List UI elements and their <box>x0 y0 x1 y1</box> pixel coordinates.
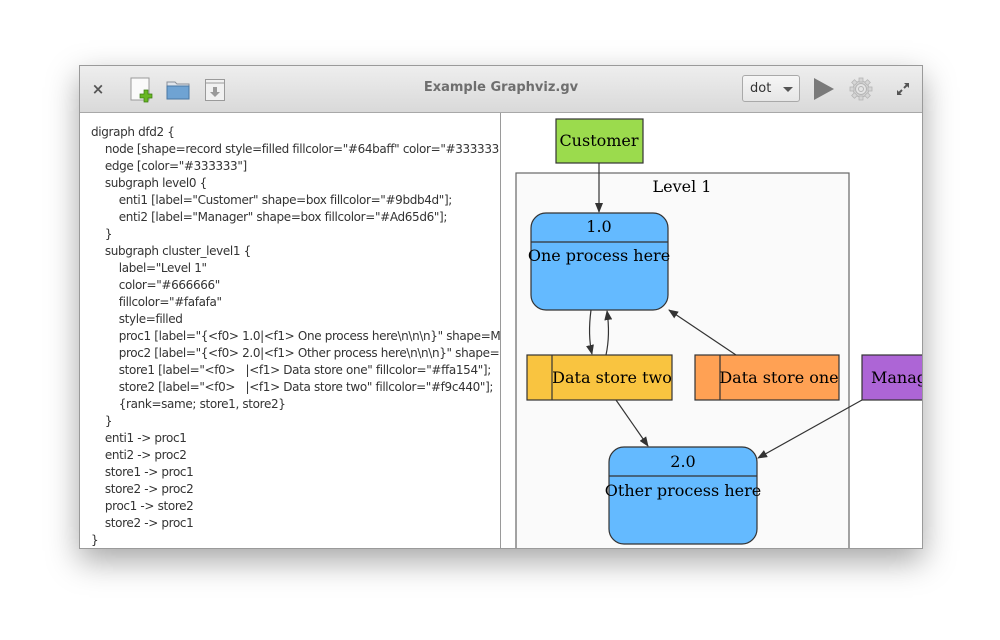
code-text: } <box>91 533 99 547</box>
fullscreen-button[interactable] <box>895 81 911 97</box>
code-line[interactable]: edge [color="#333333"] <box>91 159 247 173</box>
layout-engine-select[interactable]: dot <box>742 75 800 102</box>
header-bar: × Example Graphviz.gv dot <box>80 66 922 113</box>
expand-icon <box>897 83 909 95</box>
close-button[interactable]: × <box>88 79 108 99</box>
node-store2-label: Data store two <box>552 368 672 387</box>
node-customer-label: Customer <box>559 131 638 150</box>
code-line[interactable]: } <box>91 227 113 241</box>
code-line[interactable]: digraph dfd2 { <box>91 125 175 139</box>
save-button[interactable] <box>204 78 226 102</box>
code-line[interactable]: store2 -> proc2 <box>91 482 194 496</box>
code-line[interactable]: store1 [label="<f0> |<f1> Data store one… <box>91 363 492 377</box>
code-line[interactable]: proc1 [label="{<f0> 1.0|<f1> One process… <box>91 329 500 343</box>
new-file-icon <box>130 77 153 103</box>
code-text: digraph dfd2 { <box>91 125 175 139</box>
graph-canvas: Level 1 Customer Manager 1.0 One process… <box>515 118 922 548</box>
code-line[interactable]: proc2 [label="{<f0> 2.0|<f1> Other proce… <box>91 346 500 360</box>
node-proc1-id: 1.0 <box>586 217 611 236</box>
chevron-down-icon <box>783 87 793 92</box>
cluster-label: Level 1 <box>653 177 712 196</box>
app-window: × Example Graphviz.gv dot digraph dfd2 {… <box>79 65 923 549</box>
gear-icon <box>849 77 873 101</box>
run-button[interactable] <box>812 77 836 101</box>
code-line[interactable]: store1 -> proc1 <box>91 465 194 479</box>
new-file-button[interactable] <box>130 77 154 103</box>
node-manager-label: Manager <box>871 368 922 387</box>
code-line[interactable]: label="Level 1" <box>91 261 207 275</box>
code-line[interactable]: subgraph level0 { <box>91 176 207 190</box>
code-line[interactable]: } <box>91 414 113 428</box>
settings-button[interactable] <box>849 77 873 101</box>
code-line[interactable]: enti2 [label="Manager" shape=box fillcol… <box>91 210 448 224</box>
code-line[interactable]: } <box>91 533 99 547</box>
code-line[interactable]: color="#666666" <box>91 278 221 292</box>
code-line[interactable]: proc1 -> store2 <box>91 499 194 513</box>
play-icon <box>814 78 834 100</box>
node-proc2-label: Other process here <box>605 481 761 500</box>
code-editor[interactable]: digraph dfd2 { node [shape=record style=… <box>80 113 501 548</box>
engine-selected-value: dot <box>750 81 772 96</box>
code-line[interactable]: enti2 -> proc2 <box>91 448 187 462</box>
code-line[interactable]: {rank=same; store1, store2} <box>91 397 286 411</box>
node-store1-label: Data store one <box>719 368 838 387</box>
folder-icon <box>166 81 190 100</box>
node-proc2-id: 2.0 <box>670 452 695 471</box>
code-line[interactable]: enti1 [label="Customer" shape=box fillco… <box>91 193 453 207</box>
code-line[interactable]: store2 [label="<f0> |<f1> Data store two… <box>91 380 494 394</box>
code-line[interactable]: enti1 -> proc1 <box>91 431 187 445</box>
graph-preview: Level 1 Customer Manager 1.0 One process… <box>501 113 922 548</box>
code-line[interactable]: node [shape=record style=filled fillcolo… <box>91 142 500 156</box>
code-line[interactable]: style=filled <box>91 312 183 326</box>
code-line[interactable]: store2 -> proc1 <box>91 516 194 530</box>
open-file-button[interactable] <box>166 79 190 101</box>
node-proc1-label: One process here <box>528 246 670 265</box>
code-line[interactable]: subgraph cluster_level1 { <box>91 244 251 258</box>
save-download-icon <box>205 79 225 101</box>
code-line[interactable]: fillcolor="#fafafa" <box>91 295 222 309</box>
